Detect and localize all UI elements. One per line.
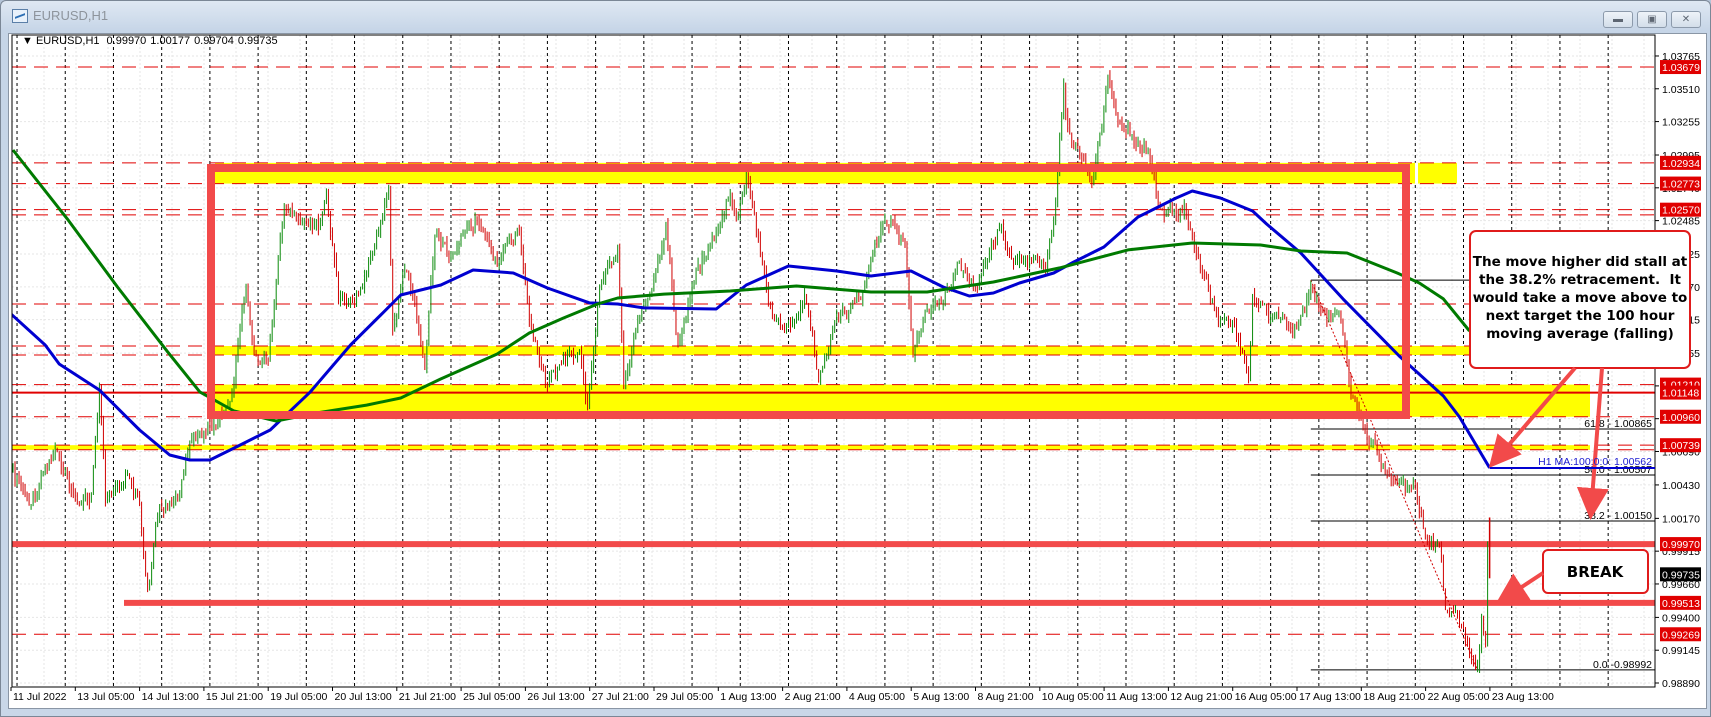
price-bars xyxy=(12,70,1491,673)
header-open: 0.99970 xyxy=(107,35,147,47)
callout-line: next target the 100 hour xyxy=(1486,308,1675,324)
x-tick-label: 16 Aug 05:00 xyxy=(1235,691,1297,703)
level-price-label: 1.00739 xyxy=(1662,440,1700,452)
callout-line: would take a move above to xyxy=(1473,290,1688,306)
x-tick-label: 2 Aug 21:00 xyxy=(785,691,841,703)
x-tick-label: 27 Jul 21:00 xyxy=(592,691,649,703)
price-chart[interactable]: 61.8 - 1.0086550.0 - 1.0050738.2 - 1.001… xyxy=(0,0,1711,717)
level-price-label: 1.02934 xyxy=(1662,158,1700,170)
x-tick-label: 15 Jul 21:00 xyxy=(206,691,263,703)
header-close: 0.99735 xyxy=(238,35,278,47)
time-axis[interactable]: 11 Jul 2022 13 Jul 05:00 14 Jul 13:00 15 Ju… xyxy=(10,687,1554,703)
y-tick-label: 1.03255 xyxy=(1662,117,1700,129)
header-high: 1.00177 xyxy=(150,35,190,47)
callout-line: the 38.2% retracement. It xyxy=(1479,272,1681,288)
x-tick-label: 19 Jul 05:00 xyxy=(270,691,327,703)
x-tick-label: 11 Aug 13:00 xyxy=(1106,691,1167,703)
level-price-label: 0.99970 xyxy=(1662,539,1700,551)
yellow-zone[interactable] xyxy=(12,445,1590,450)
callout-line: moving average (falling) xyxy=(1486,326,1674,342)
x-tick-label: 18 Aug 21:00 xyxy=(1363,691,1425,703)
x-tick-label: 23 Aug 13:00 xyxy=(1492,691,1554,703)
x-tick-label: 29 Jul 05:00 xyxy=(656,691,713,703)
fib-level-label: 61.8 - 1.00865 xyxy=(1584,418,1652,430)
x-tick-label: 8 Aug 21:00 xyxy=(978,691,1034,703)
level-price-label: 1.03679 xyxy=(1662,62,1700,74)
ma100-label: H1 MA:100:0:0: 1.00562 xyxy=(1538,456,1652,468)
yellow-zone[interactable] xyxy=(215,346,1470,356)
header-low: 0.99704 xyxy=(194,35,234,47)
level-price-label: 1.02773 xyxy=(1662,179,1700,191)
y-tick-label: 1.00170 xyxy=(1662,513,1700,525)
x-tick-label: 5 Aug 13:00 xyxy=(913,691,969,703)
y-tick-label: 1.03510 xyxy=(1662,84,1700,96)
current-price-label: 0.99735 xyxy=(1662,569,1700,581)
y-tick-label: 0.99145 xyxy=(1662,645,1700,657)
level-price-label: 1.01148 xyxy=(1662,388,1699,400)
x-tick-label: 4 Aug 05:00 xyxy=(849,691,905,703)
x-tick-label: 1 Aug 13:00 xyxy=(720,691,776,703)
x-tick-label: 14 Jul 13:00 xyxy=(142,691,199,703)
break-label: BREAK xyxy=(1567,563,1625,581)
x-tick-label: 11 Jul 2022 xyxy=(13,691,67,703)
collapse-triangle-icon[interactable]: ▼ xyxy=(22,35,36,47)
x-tick-label: 12 Aug 21:00 xyxy=(1170,691,1232,703)
y-tick-label: 0.99400 xyxy=(1662,612,1700,624)
level-price-label: 0.99513 xyxy=(1662,598,1700,610)
callout-line: The move higher did stall at xyxy=(1473,254,1688,270)
x-tick-label: 10 Aug 05:00 xyxy=(1042,691,1104,703)
level-price-label: 1.02570 xyxy=(1662,205,1700,217)
x-tick-label: 26 Jul 13:00 xyxy=(527,691,584,703)
x-tick-label: 22 Aug 05:00 xyxy=(1428,691,1490,703)
level-price-label: 0.99269 xyxy=(1662,629,1700,641)
level-price-label: 1.00960 xyxy=(1662,412,1700,424)
callout-text: The move higher did stall at the 38.2% re… xyxy=(1473,254,1688,342)
x-tick-label: 13 Jul 05:00 xyxy=(77,691,134,703)
chart-header: ▼ EURUSD,H1 0.99970 1.00177 0.99704 0.99735 xyxy=(22,35,278,47)
y-tick-label: 1.02485 xyxy=(1662,216,1700,228)
y-tick-label: 0.98890 xyxy=(1662,678,1700,690)
x-tick-label: 17 Aug 13:00 xyxy=(1299,691,1361,703)
x-tick-label: 20 Jul 13:00 xyxy=(335,691,392,703)
header-symbol: EURUSD,H1 xyxy=(36,35,100,47)
x-tick-label: 25 Jul 05:00 xyxy=(463,691,520,703)
fib-level-label: 0.0 -0.98992 xyxy=(1593,659,1652,671)
arrow-to-fib-icon xyxy=(1576,367,1609,520)
arrow-to-break-icon xyxy=(1495,571,1545,605)
break-annotation[interactable]: BREAK xyxy=(1495,549,1649,605)
price-axis[interactable]: 1.037651.035101.032551.029951.027401.024… xyxy=(1655,51,1701,690)
x-tick-label: 21 Jul 21:00 xyxy=(399,691,456,703)
zone-gap xyxy=(1415,162,1418,184)
y-tick-label: 1.00430 xyxy=(1662,480,1700,492)
fib-level-label: 38.2 - 1.00150 xyxy=(1584,510,1652,522)
ma100-line[interactable] xyxy=(11,189,1491,469)
